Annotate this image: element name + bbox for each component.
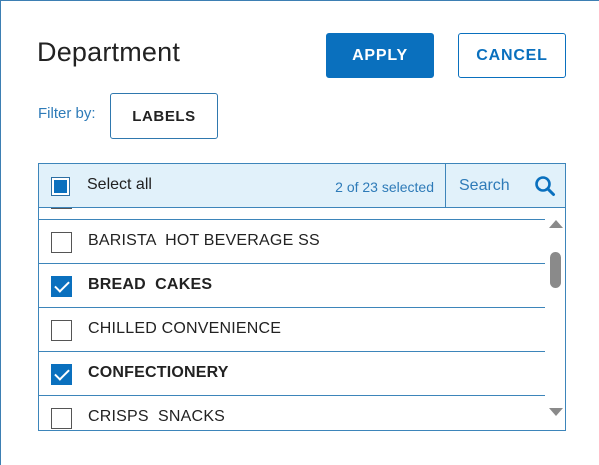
- partial-selection-indicator: [54, 180, 67, 193]
- item-checkbox[interactable]: [51, 408, 72, 429]
- item-checkbox[interactable]: [51, 232, 72, 253]
- filter-by-label: Filter by:: [38, 105, 96, 122]
- item-label: CONFECTIONERY: [88, 364, 229, 381]
- department-list: Select all 2 of 23 selected Search BARIS…: [38, 163, 566, 431]
- search-icon: [535, 176, 555, 196]
- item-checkbox[interactable]: [51, 276, 72, 297]
- cancel-button[interactable]: CANCEL: [458, 33, 566, 78]
- chevron-up-icon[interactable]: [549, 220, 563, 228]
- list-items: BARISTA HOT BEVERAGE SS BREAD CAKES CHILLE…: [39, 208, 545, 430]
- selected-count: 2 of 23 selected: [335, 179, 434, 195]
- list-item[interactable]: CRISPS SNACKS: [39, 396, 545, 430]
- search-button[interactable]: Search: [445, 164, 565, 207]
- select-all-label[interactable]: Select all: [87, 176, 152, 194]
- list-item[interactable]: BARISTA HOT BEVERAGE SS: [39, 220, 545, 264]
- department-filter-dialog: Department APPLY CANCEL Filter by: LABEL…: [0, 0, 599, 465]
- item-label: CHILLED CONVENIENCE: [88, 320, 282, 337]
- list-item[interactable]: [39, 208, 545, 220]
- list-item[interactable]: CONFECTIONERY: [39, 352, 545, 396]
- list-header: Select all 2 of 23 selected Search: [39, 164, 565, 208]
- item-checkbox[interactable]: [51, 208, 72, 209]
- labels-filter-button[interactable]: LABELS: [110, 93, 218, 139]
- list-item[interactable]: BREAD CAKES: [39, 264, 545, 308]
- item-label: BREAD CAKES: [88, 276, 213, 293]
- list-item[interactable]: CHILLED CONVENIENCE: [39, 308, 545, 352]
- item-checkbox[interactable]: [51, 320, 72, 341]
- chevron-down-icon[interactable]: [549, 408, 563, 416]
- item-checkbox[interactable]: [51, 364, 72, 385]
- item-label: BARISTA HOT BEVERAGE SS: [88, 232, 320, 249]
- item-label: CRISPS SNACKS: [88, 408, 226, 425]
- dialog-title: Department: [37, 37, 181, 67]
- scrollbar-thumb[interactable]: [550, 252, 561, 288]
- list-scrollbar[interactable]: [545, 208, 565, 430]
- apply-button[interactable]: APPLY: [326, 33, 434, 78]
- select-all-checkbox[interactable]: [51, 177, 70, 196]
- search-label: Search: [459, 177, 510, 194]
